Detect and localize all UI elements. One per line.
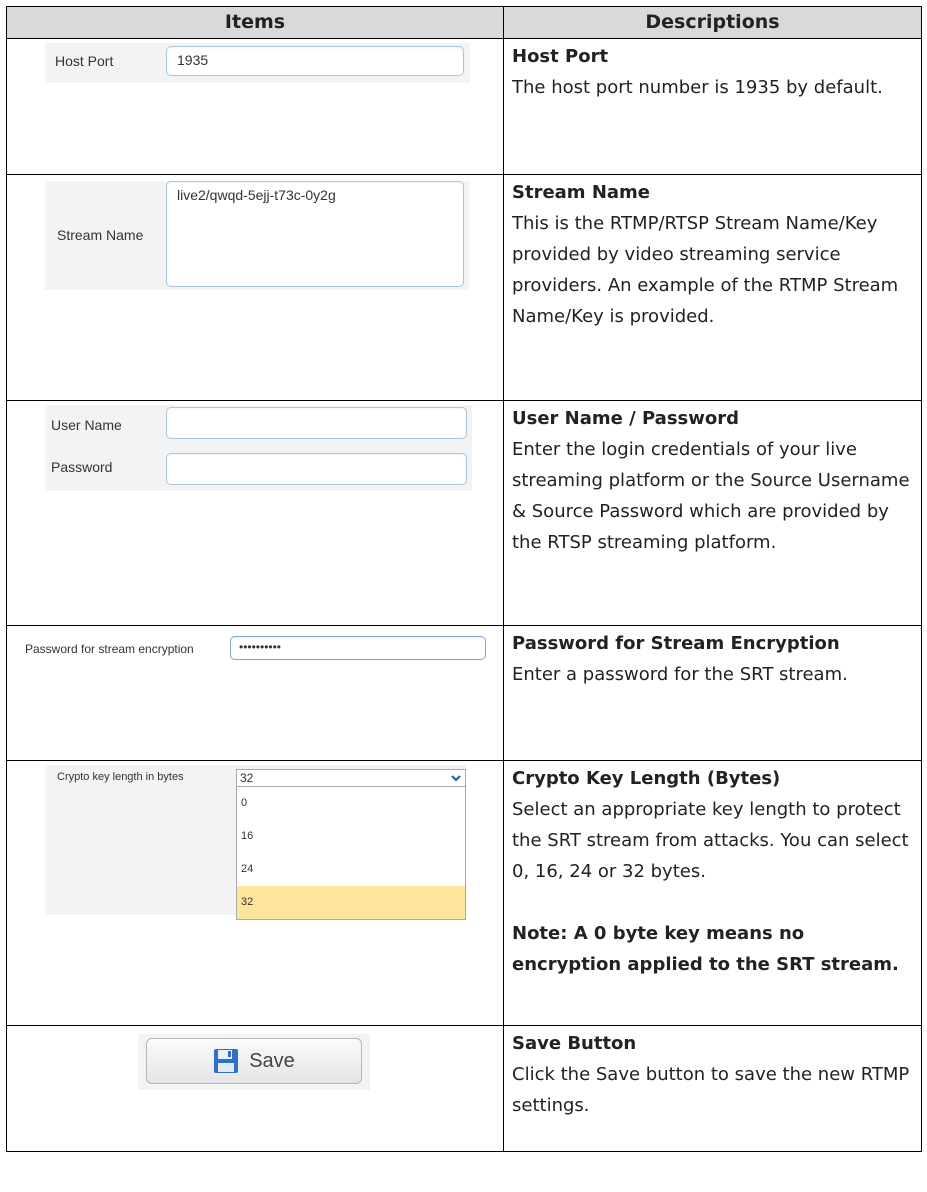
header-descriptions: Descriptions	[503, 6, 922, 39]
settings-table: Items Descriptions Host Port 1935 Host P…	[6, 6, 922, 1152]
crypto-desc: Select an appropriate key length to prot…	[512, 799, 909, 882]
option-16[interactable]: 16	[237, 820, 465, 853]
item-cell: Stream Name live2/qwqd-5ejj-t73c-0y2g	[6, 174, 504, 401]
table-row: Crypto key length in bytes 32 0 16 24 32…	[6, 760, 922, 1026]
host-port-label: Host Port	[55, 53, 114, 69]
table-row: Save Save Button Click the Save button t…	[6, 1025, 922, 1152]
stream-name-desc: This is the RTMP/RTSP Stream Name/Key pr…	[512, 213, 899, 327]
item-cell: Save	[6, 1025, 504, 1152]
desc-cell: Host Port The host port number is 1935 b…	[503, 38, 922, 175]
credentials-title: User Name / Password	[512, 408, 740, 429]
user-name-input[interactable]	[166, 407, 467, 439]
desc-cell: Save Button Click the Save button to sav…	[503, 1025, 922, 1152]
crypto-panel: Crypto key length in bytes 32 0 16 24 32	[45, 765, 466, 920]
option-24[interactable]: 24	[237, 853, 465, 886]
password-input[interactable]	[166, 453, 467, 485]
crypto-label: Crypto key length in bytes	[57, 771, 184, 783]
table-row: Stream Name live2/qwqd-5ejj-t73c-0y2g St…	[6, 174, 922, 401]
item-cell: Host Port 1935	[6, 38, 504, 175]
host-port-panel: Host Port 1935	[45, 43, 470, 83]
option-0[interactable]: 0	[237, 787, 465, 820]
table-header: Items Descriptions	[6, 6, 922, 39]
encryption-desc: Enter a password for the SRT stream.	[512, 664, 848, 685]
stream-name-label: Stream Name	[57, 227, 144, 243]
desc-cell: Password for Stream Encryption Enter a p…	[503, 625, 922, 761]
encryption-label: Password for stream encryption	[25, 642, 194, 656]
save-title: Save Button	[512, 1033, 637, 1054]
desc-cell: Stream Name This is the RTMP/RTSP Stream…	[503, 174, 922, 401]
credentials-panel: User Name Password	[45, 405, 472, 491]
encryption-title: Password for Stream Encryption	[512, 633, 840, 654]
item-cell: User Name Password	[6, 400, 504, 626]
host-port-title: Host Port	[512, 46, 609, 67]
crypto-selected-value: 32	[240, 771, 254, 785]
save-button-label: Save	[249, 1049, 295, 1072]
stream-name-panel: Stream Name live2/qwqd-5ejj-t73c-0y2g	[45, 181, 469, 290]
credentials-desc: Enter the login credentials of your live…	[512, 439, 910, 553]
host-port-desc: The host port number is 1935 by default.	[512, 77, 883, 98]
host-port-input[interactable]: 1935	[166, 46, 464, 76]
desc-cell: Crypto Key Length (Bytes) Select an appr…	[503, 760, 922, 1026]
password-label: Password	[51, 459, 113, 475]
table-row: Host Port 1935 Host Port The host port n…	[6, 38, 922, 175]
save-desc: Click the Save button to save the new RT…	[512, 1064, 910, 1116]
save-button[interactable]: Save	[146, 1038, 362, 1084]
chevron-down-icon	[451, 775, 461, 782]
stream-name-textarea[interactable]: live2/qwqd-5ejj-t73c-0y2g	[166, 181, 464, 287]
table-row: Password for stream encryption •••••••••…	[6, 625, 922, 761]
crypto-title: Crypto Key Length (Bytes)	[512, 768, 781, 789]
encryption-password-input[interactable]: ••••••••••	[230, 636, 486, 660]
user-name-label: User Name	[51, 417, 122, 433]
save-panel: Save	[138, 1034, 370, 1090]
option-32[interactable]: 32	[237, 886, 465, 919]
encryption-panel: Password for stream encryption •••••••••…	[7, 632, 492, 666]
stream-name-title: Stream Name	[512, 182, 650, 203]
crypto-key-select[interactable]: 32	[236, 769, 466, 787]
floppy-disk-icon	[214, 1049, 239, 1073]
item-cell: Crypto key length in bytes 32 0 16 24 32	[6, 760, 504, 1026]
crypto-options-list: 0 16 24 32	[236, 787, 466, 920]
header-items: Items	[6, 6, 504, 39]
desc-cell: User Name / Password Enter the login cre…	[503, 400, 922, 626]
crypto-note: Note: A 0 byte key means no encryption a…	[512, 923, 899, 975]
table-row: User Name Password User Name / Password …	[6, 400, 922, 626]
item-cell: Password for stream encryption •••••••••…	[6, 625, 504, 761]
